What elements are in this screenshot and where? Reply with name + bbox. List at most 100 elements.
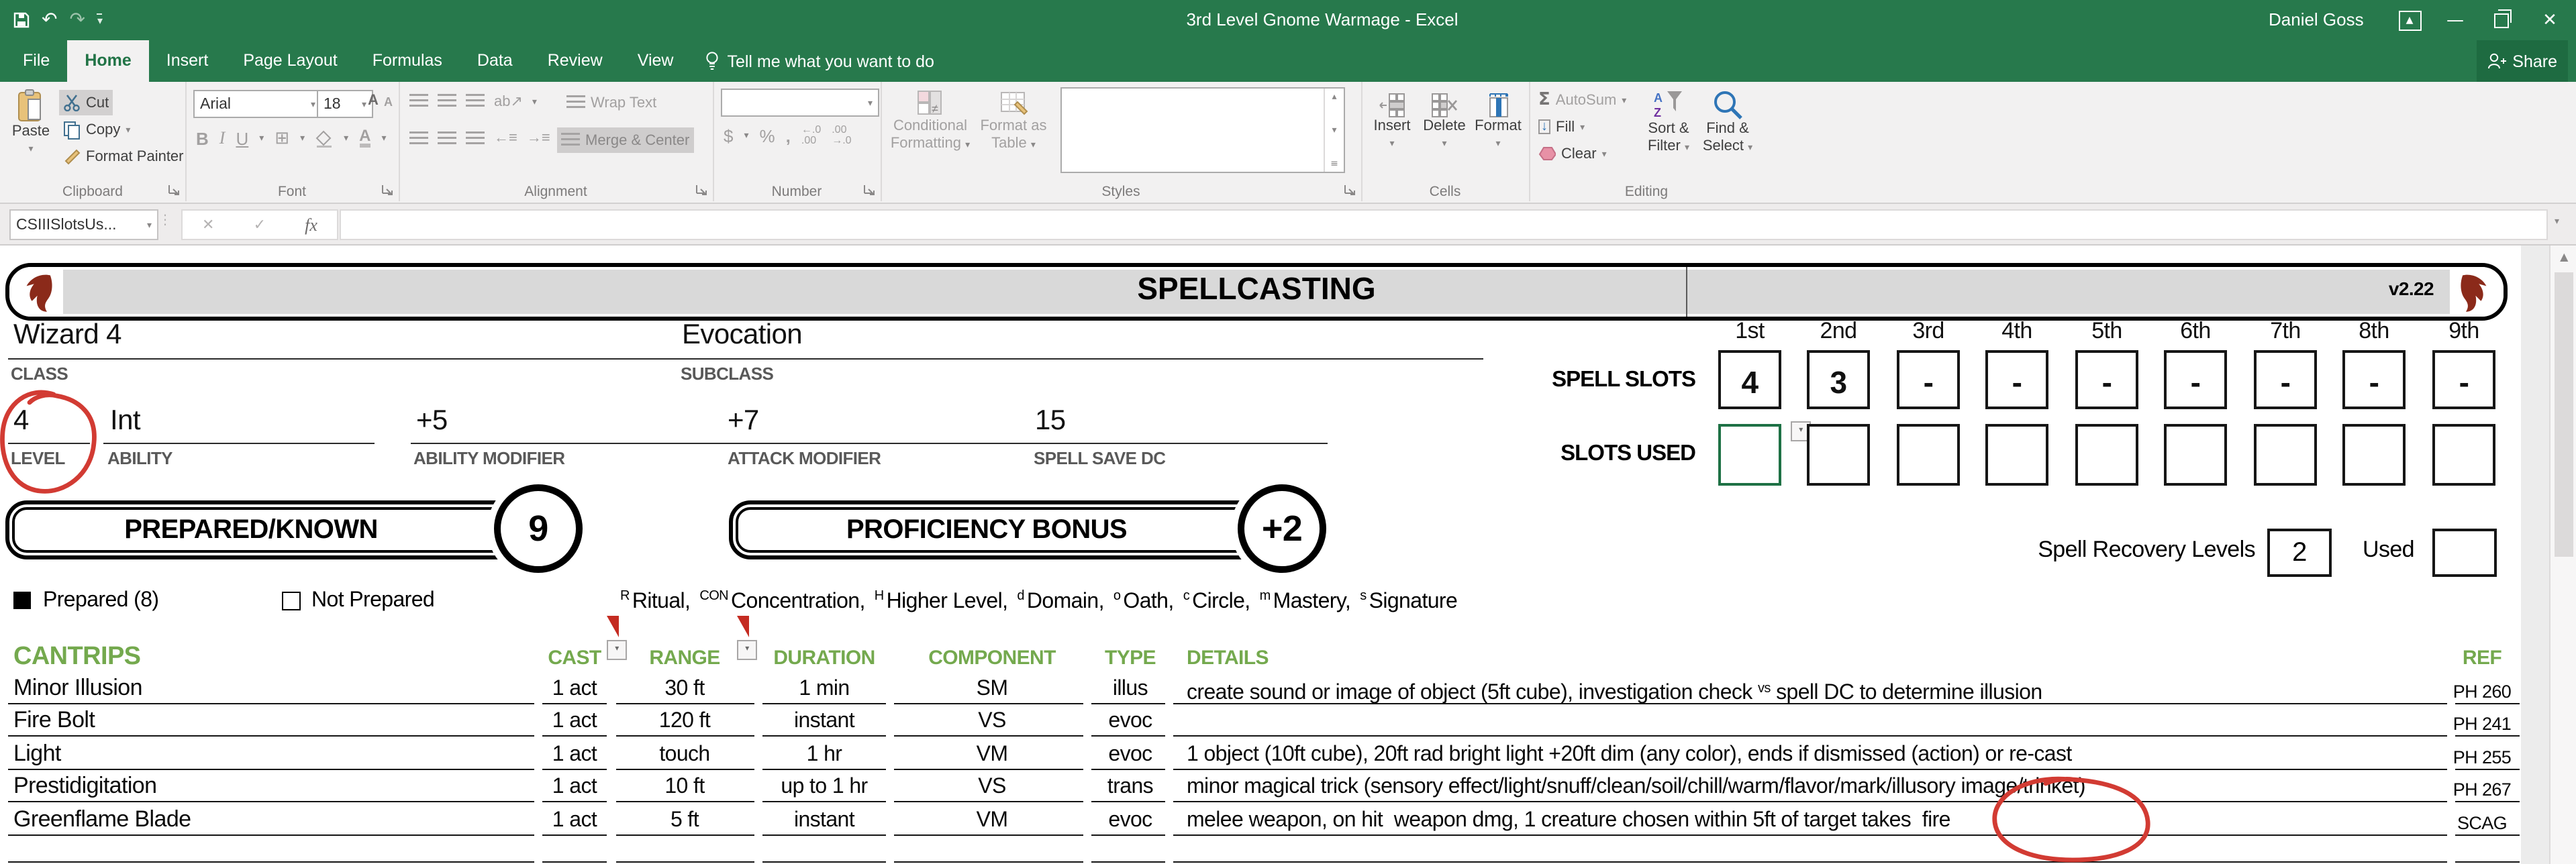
orientation-dropdown-icon[interactable]: ▾ — [532, 96, 537, 107]
spell-component[interactable]: SM — [911, 675, 1073, 704]
spell-cast[interactable]: 1 act — [534, 806, 615, 836]
spell-details[interactable]: melee weapon, on hit weapon dmg, 1 creat… — [1187, 806, 1950, 836]
scrollbar-thumb[interactable] — [2555, 272, 2573, 557]
formula-bar-expand-icon[interactable]: ▾ — [2555, 216, 2559, 227]
format-dropdown-icon[interactable]: ▾ — [1495, 136, 1500, 153]
slot-used-cell[interactable] — [1807, 424, 1870, 486]
spell-type[interactable]: evoc — [1090, 806, 1171, 836]
spell-slot-cell[interactable]: - — [1985, 350, 2048, 409]
spell-name[interactable]: Fire Bolt — [13, 706, 95, 735]
slot-used-cell[interactable] — [2342, 424, 2406, 486]
spell-range[interactable]: 5 ft — [638, 806, 732, 836]
spell-details[interactable]: 1 object (10ft cube), 20ft rad bright li… — [1187, 741, 2072, 770]
tab-review[interactable]: Review — [530, 40, 620, 82]
shrink-font-icon[interactable]: A — [384, 95, 393, 109]
align-top-icon[interactable] — [409, 94, 428, 109]
delete-cells-button[interactable]: Delete ▾ — [1418, 93, 1471, 153]
comment-dropdown-icon[interactable]: ▾ — [737, 640, 757, 660]
clear-dropdown-icon[interactable]: ▾ — [1602, 148, 1607, 159]
subclass-value[interactable]: Evocation — [682, 319, 802, 352]
orientation-icon[interactable]: ab↗ — [494, 93, 523, 110]
paste-dropdown-icon[interactable]: ▾ — [28, 141, 33, 158]
attack-modifier-value[interactable]: +7 — [728, 405, 759, 437]
spell-component[interactable]: VS — [911, 707, 1073, 737]
level-value[interactable]: 4 — [13, 405, 29, 437]
spell-save-dc-value[interactable]: 15 — [1035, 405, 1066, 437]
tab-data[interactable]: Data — [460, 40, 530, 82]
comma-style-icon[interactable]: , — [786, 125, 791, 146]
slot-used-cell[interactable] — [2075, 424, 2138, 486]
percent-style-icon[interactable]: % — [760, 125, 775, 146]
borders-icon[interactable]: ⊞ — [275, 128, 289, 148]
spell-cast[interactable]: 1 act — [534, 741, 615, 770]
gallery-up-icon[interactable]: ▴ — [1332, 91, 1336, 102]
tab-file[interactable]: File — [5, 40, 67, 82]
grow-font-icon[interactable]: A — [368, 93, 379, 109]
align-left-icon[interactable] — [409, 131, 428, 146]
align-center-icon[interactable] — [438, 131, 456, 146]
spell-slot-cell[interactable]: - — [2342, 350, 2406, 409]
spell-type[interactable]: evoc — [1090, 707, 1171, 737]
number-format-dropdown-icon[interactable]: ▾ — [868, 97, 873, 108]
spell-details[interactable]: minor magical trick (sensory effect/ligh… — [1187, 773, 2085, 802]
font-dialog-launcher-icon[interactable] — [381, 184, 395, 197]
formula-input[interactable] — [340, 209, 2548, 240]
copy-button[interactable]: Copy ▾ — [59, 117, 134, 142]
alignment-dialog-launcher-icon[interactable] — [695, 184, 709, 197]
spell-range[interactable]: 30 ft — [638, 675, 732, 704]
insert-dropdown-icon[interactable]: ▾ — [1389, 136, 1394, 153]
accounting-dropdown-icon[interactable]: ▾ — [744, 130, 748, 141]
find-select-button[interactable]: Find & Select ▾ — [1698, 89, 1757, 157]
spell-range[interactable]: 120 ft — [638, 707, 732, 737]
align-middle-icon[interactable] — [438, 94, 456, 109]
slot-used-cell[interactable] — [2164, 424, 2227, 486]
class-value[interactable]: Wizard 4 — [13, 319, 121, 352]
name-box-dropdown-icon[interactable]: ▾ — [147, 219, 152, 230]
format-table-dropdown-icon[interactable]: ▾ — [1031, 140, 1036, 150]
sort-dropdown-icon[interactable]: ▾ — [1685, 142, 1689, 153]
align-right-icon[interactable] — [466, 131, 485, 146]
spell-name[interactable]: Minor Illusion — [13, 673, 142, 703]
redo-icon[interactable]: ↷ — [69, 9, 85, 31]
spell-name[interactable]: Greenflame Blade — [13, 805, 191, 834]
fill-dropdown-icon[interactable]: ▾ — [1580, 121, 1585, 132]
slot-used-cell[interactable] — [2432, 424, 2495, 486]
recovery-used-value[interactable] — [2432, 529, 2497, 577]
insert-cells-button[interactable]: Insert ▾ — [1367, 93, 1418, 153]
format-cells-button[interactable]: Format ▾ — [1471, 93, 1525, 153]
spell-cast[interactable]: 1 act — [534, 773, 615, 802]
underline-dropdown-icon[interactable]: ▾ — [259, 133, 264, 144]
fill-color-dropdown-icon[interactable]: ▾ — [344, 133, 348, 144]
gallery-expand-icon[interactable]: ≡ — [1330, 158, 1338, 169]
slot-used-cell[interactable] — [1897, 424, 1960, 486]
undo-icon[interactable]: ↶ — [42, 9, 57, 31]
cut-button[interactable]: Cut — [59, 90, 113, 115]
number-dialog-launcher-icon[interactable] — [863, 184, 877, 197]
font-name-combo[interactable]: Arial▾ — [193, 90, 322, 118]
decrease-decimal-icon[interactable]: .00→.0 — [832, 125, 851, 146]
confirm-entry-icon[interactable]: ✓ — [254, 216, 266, 233]
format-as-table-button[interactable]: Format as Table ▾ — [975, 89, 1052, 154]
increase-indent-icon[interactable]: →≡ — [527, 130, 550, 146]
spell-cast[interactable]: 1 act — [534, 707, 615, 737]
underline-icon[interactable]: U — [236, 128, 248, 148]
font-size-combo[interactable]: 18▾ — [317, 90, 373, 118]
spell-cast[interactable]: 1 act — [534, 675, 615, 704]
conditional-formatting-button[interactable]: ≠ Conditional Formatting ▾ — [889, 89, 972, 154]
spell-type[interactable]: evoc — [1090, 741, 1171, 770]
minimize-button[interactable]: — — [2432, 0, 2478, 40]
slot-used-cell[interactable] — [1985, 424, 2048, 486]
format-painter-button[interactable]: Format Painter — [59, 144, 188, 169]
scrollbar-up-icon[interactable]: ▲ — [2550, 246, 2576, 270]
save-icon[interactable] — [13, 12, 30, 28]
font-size-dropdown-icon[interactable]: ▾ — [362, 99, 366, 109]
gallery-down-icon[interactable]: ▾ — [1332, 125, 1336, 136]
spell-range[interactable]: 10 ft — [638, 773, 732, 802]
ribbon-display-options-button[interactable]: ▲ — [2387, 0, 2432, 40]
borders-dropdown-icon[interactable]: ▾ — [300, 133, 305, 144]
spell-slot-cell[interactable]: - — [2164, 350, 2227, 409]
spell-component[interactable]: VM — [911, 806, 1073, 836]
italic-icon[interactable]: I — [219, 127, 226, 149]
spell-slot-cell[interactable]: - — [2432, 350, 2495, 409]
tab-page-layout[interactable]: Page Layout — [226, 40, 354, 82]
